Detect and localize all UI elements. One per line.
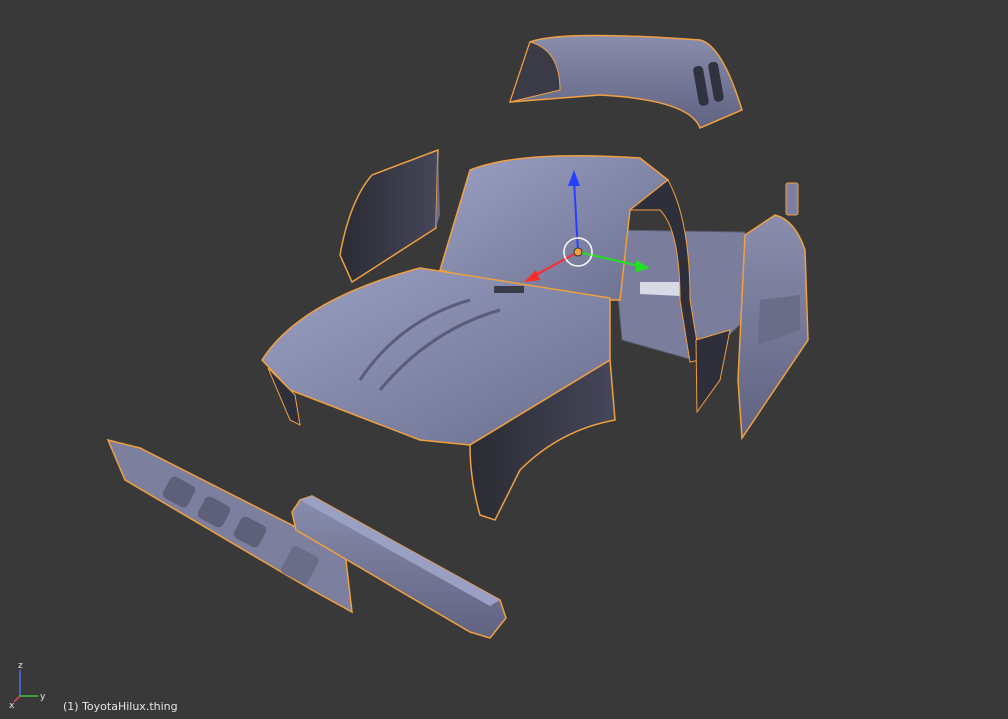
axis-z-label: z: [18, 661, 23, 671]
left-door-mesh[interactable]: [339, 148, 440, 284]
axis-orientation-widget: z y x: [8, 660, 58, 711]
axis-y-label: y: [40, 692, 46, 702]
3d-viewport[interactable]: [0, 0, 1008, 719]
mirror-mesh[interactable]: [785, 182, 799, 216]
axis-x-label: x: [9, 701, 15, 710]
cab-body-mesh[interactable]: [261, 154, 746, 521]
canopy-roof-mesh[interactable]: [508, 34, 743, 130]
right-door-mesh[interactable]: [737, 214, 809, 441]
active-object-label: (1) ToyotaHilux.thing: [63, 700, 178, 713]
